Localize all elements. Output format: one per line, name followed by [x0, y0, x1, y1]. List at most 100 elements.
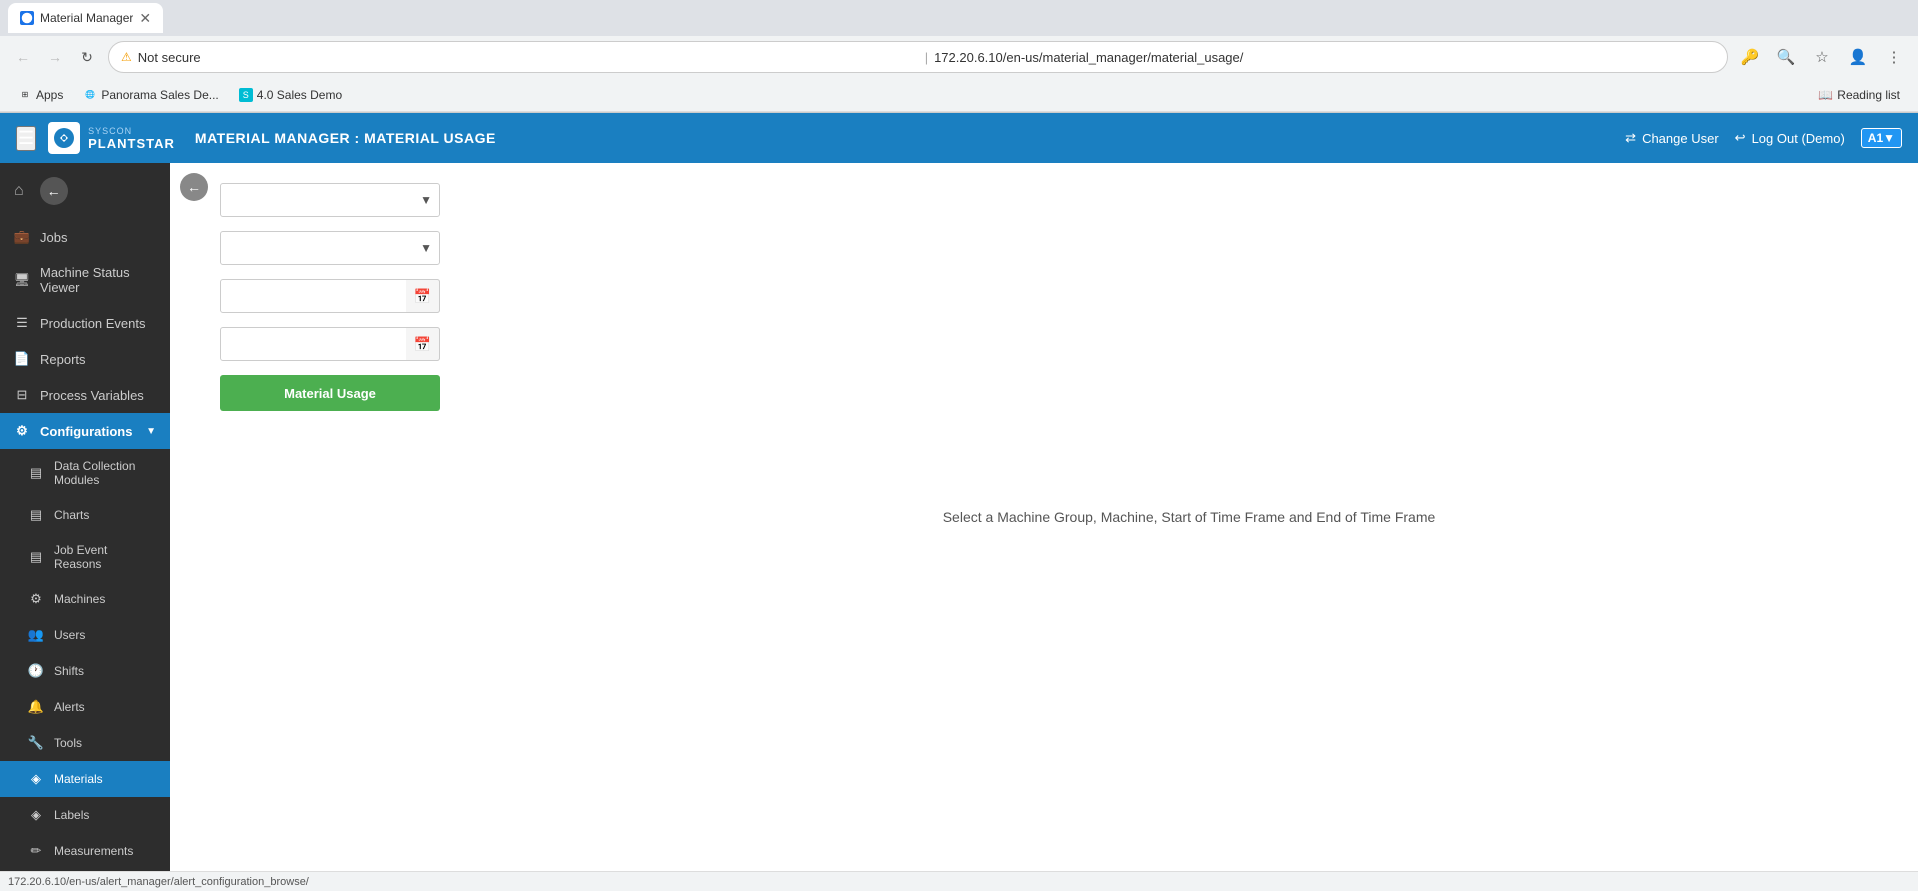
end-time-row: 📅 [220, 327, 440, 361]
apps-label: Apps [36, 88, 63, 102]
reading-list-button[interactable]: 📖 Reading list [1810, 84, 1908, 106]
submit-button[interactable]: Material Usage [220, 375, 440, 411]
start-time-wrapper: 📅 [220, 279, 440, 313]
jobs-icon: 💼 [14, 229, 30, 245]
sidebar-item-label: Measurements [54, 844, 133, 858]
browser-toolbar: ← → ↻ ⚠ Not secure | 172.20.6.10/en-us/m… [0, 36, 1918, 78]
form-area: ▼ ▼ [170, 163, 460, 871]
sidebar-item-production-events[interactable]: ☰ Production Events [0, 305, 170, 341]
main-area: ⌂ ← 💼 Jobs 🖥 Machine Status Viewer ☰ Pro… [0, 163, 1918, 871]
menu-button[interactable]: ⋮ [1880, 43, 1908, 71]
sidebar-home-button[interactable]: ⌂ [6, 174, 32, 208]
sidebar-section-configurations[interactable]: ⚙ Configurations ▼ [0, 413, 170, 449]
top-header: ☰ SYSCON PLANTSTAR MATERIAL MANAGER : MA… [0, 113, 1918, 163]
account-button[interactable]: 👤 [1844, 43, 1872, 71]
sidebar-item-users[interactable]: 👥 Users [0, 617, 170, 653]
bookmarks-bar: ⊞ Apps 🌐 Panorama Sales De... S 4.0 Sale… [0, 78, 1918, 112]
sidebar-item-reports[interactable]: 📄 Reports [0, 341, 170, 377]
reading-list-icon: 📖 [1818, 88, 1833, 102]
start-time-calendar-button[interactable]: 📅 [406, 279, 440, 313]
reload-button[interactable]: ↻ [74, 44, 100, 70]
sidebar-back-button[interactable]: ← [40, 177, 68, 205]
sidebar-item-machine-status[interactable]: 🖥 Machine Status Viewer [0, 255, 170, 305]
instruction-text: Select a Machine Group, Machine, Start o… [943, 509, 1436, 525]
change-user-icon: ⇄ [1625, 130, 1636, 146]
sidebar-item-custom-scripts[interactable]: ▤ Custom Scripts [0, 869, 170, 871]
sidebar-item-label: Production Events [40, 316, 146, 331]
sidebar-item-jobs[interactable]: 💼 Jobs [0, 219, 170, 255]
configurations-label: Configurations [40, 424, 132, 439]
machines-icon: ⚙ [28, 591, 44, 607]
content-back-button[interactable]: ← [180, 173, 208, 201]
address-bar[interactable]: ⚠ Not secure | 172.20.6.10/en-us/materia… [108, 41, 1728, 73]
machine-select[interactable] [220, 231, 440, 265]
sidebar-item-shifts[interactable]: 🕐 Shifts [0, 653, 170, 689]
alerts-icon: 🔔 [28, 699, 44, 715]
logout-label: Log Out (Demo) [1752, 131, 1845, 146]
back-button[interactable]: ← [10, 44, 36, 70]
sidebar-item-charts[interactable]: ▤ Charts [0, 497, 170, 533]
sidebar-item-label: Labels [54, 808, 89, 822]
machine-group-wrapper: ▼ [220, 183, 440, 217]
url-text: 172.20.6.10/en-us/material_manager/mater… [934, 50, 1715, 65]
sidebar-item-materials[interactable]: ◈ Materials [0, 761, 170, 797]
status-bar: 172.20.6.10/en-us/alert_manager/alert_co… [0, 871, 1918, 891]
change-user-button[interactable]: ⇄ Change User [1625, 130, 1719, 146]
active-tab[interactable]: Material Manager ✕ [8, 3, 163, 33]
bookmark-apps[interactable]: ⊞ Apps [10, 84, 71, 106]
lock-icon: ⚠ [121, 50, 132, 64]
sidebar-item-label: Machines [54, 592, 105, 606]
instruction-area: Select a Machine Group, Machine, Start o… [460, 163, 1918, 871]
reading-list-label: Reading list [1837, 88, 1900, 102]
browser-chrome: Material Manager ✕ ← → ↻ ⚠ Not secure | … [0, 0, 1918, 113]
forward-button[interactable]: → [42, 44, 68, 70]
configurations-icon: ⚙ [14, 423, 30, 439]
submit-row: Material Usage [220, 375, 440, 411]
sidebar-item-label: Job Event Reasons [54, 543, 156, 571]
panorama-label: Panorama Sales De... [101, 88, 218, 102]
users-icon: 👥 [28, 627, 44, 643]
configurations-arrow: ▼ [146, 426, 156, 437]
hamburger-button[interactable]: ☰ [16, 126, 36, 151]
search-button[interactable]: 🔍 [1772, 43, 1800, 71]
sidebar-item-data-collection[interactable]: ▤ Data Collection Modules [0, 449, 170, 497]
reports-icon: 📄 [14, 351, 30, 367]
shifts-icon: 🕐 [28, 663, 44, 679]
bookmark-sales-demo[interactable]: S 4.0 Sales Demo [231, 84, 350, 106]
end-time-wrapper: 📅 [220, 327, 440, 361]
bookmark-button[interactable]: ☆ [1808, 43, 1836, 71]
profile-icon[interactable]: 🔑 [1736, 43, 1764, 71]
panorama-favicon: 🌐 [83, 88, 97, 102]
sidebar-item-label: Alerts [54, 700, 85, 714]
sidebar-item-alerts[interactable]: 🔔 Alerts [0, 689, 170, 725]
sidebar: ⌂ ← 💼 Jobs 🖥 Machine Status Viewer ☰ Pro… [0, 163, 170, 871]
sidebar-item-labels[interactable]: ◈ Labels [0, 797, 170, 833]
data-collection-icon: ▤ [28, 465, 44, 481]
machine-group-select[interactable] [220, 183, 440, 217]
logout-icon: ↩ [1735, 130, 1746, 146]
materials-icon: ◈ [28, 771, 44, 787]
change-user-label: Change User [1642, 131, 1719, 146]
end-time-calendar-button[interactable]: 📅 [406, 327, 440, 361]
sidebar-item-label: Data Collection Modules [54, 459, 156, 487]
status-url: 172.20.6.10/en-us/alert_manager/alert_co… [8, 876, 309, 888]
machine-status-icon: 🖥 [14, 272, 30, 288]
sidebar-item-label: Users [54, 628, 85, 642]
sidebar-item-measurements[interactable]: ✏ Measurements [0, 833, 170, 869]
tab-title: Material Manager [40, 11, 133, 25]
sidebar-item-process-variables[interactable]: ⊟ Process Variables [0, 377, 170, 413]
sidebar-item-machines[interactable]: ⚙ Machines [0, 581, 170, 617]
job-event-reasons-icon: ▤ [28, 549, 44, 565]
sidebar-item-label: Machine Status Viewer [40, 265, 156, 295]
tab-favicon [20, 11, 34, 25]
sidebar-item-job-event-reasons[interactable]: ▤ Job Event Reasons [0, 533, 170, 581]
sidebar-item-label: Reports [40, 352, 86, 367]
logo-text: SYSCON PLANTSTAR [88, 126, 175, 151]
logout-button[interactable]: ↩ Log Out (Demo) [1735, 130, 1845, 146]
bookmark-panorama[interactable]: 🌐 Panorama Sales De... [75, 84, 226, 106]
user-badge[interactable]: A1▼ [1861, 128, 1902, 148]
tab-close-button[interactable]: ✕ [139, 10, 151, 27]
logo-area: SYSCON PLANTSTAR [48, 122, 175, 154]
tabs-bar: Material Manager ✕ [0, 0, 1918, 36]
sidebar-item-tools[interactable]: 🔧 Tools [0, 725, 170, 761]
